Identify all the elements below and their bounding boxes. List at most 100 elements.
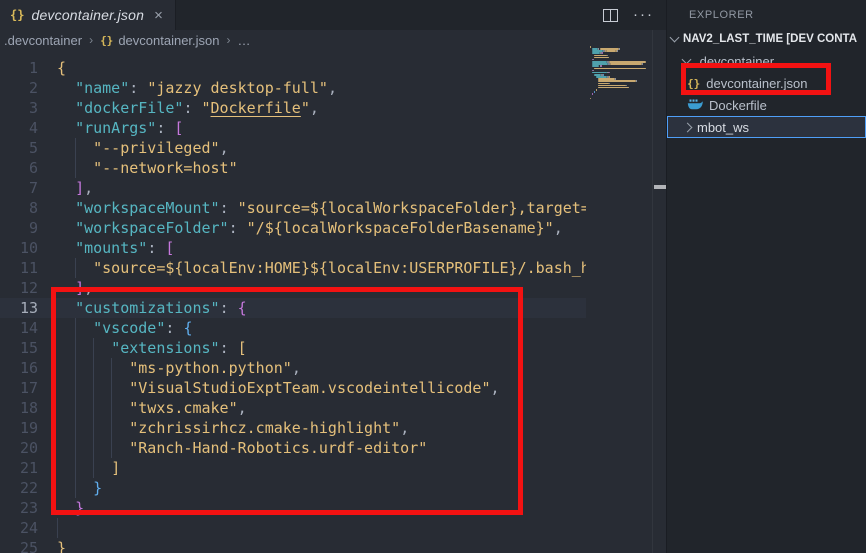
chevron-right-icon: › — [227, 33, 231, 47]
docker-whale-icon — [687, 99, 703, 111]
code-line-1[interactable]: 1{ — [0, 58, 586, 78]
line-number: 1 — [0, 58, 38, 78]
minimap-line — [598, 87, 629, 89]
code-line-11[interactable]: 11 "source=${localEnv:HOME}${localEnv:US… — [0, 258, 586, 278]
more-actions-icon[interactable]: ··· — [633, 10, 654, 20]
minimap-line — [609, 83, 610, 85]
code-line-6[interactable]: 6 "--network=host" — [0, 158, 586, 178]
code-line-23[interactable]: 23 } — [0, 498, 586, 518]
tree-item-dockerfile[interactable]: Dockerfile — [667, 94, 866, 116]
breadcrumb-symbol-ellipsis[interactable]: … — [238, 33, 251, 48]
minimap-line — [602, 52, 603, 54]
code-line-24[interactable]: 24 — [0, 518, 586, 538]
tree-item-mbot-ws[interactable]: mbot_ws — [667, 116, 866, 138]
line-number: 23 — [0, 498, 38, 518]
code-editor[interactable]: 1{2 "name": "jazzy desktop-full",3 "dock… — [0, 50, 586, 553]
minimap-line — [598, 80, 636, 82]
chevron-down-icon — [670, 32, 680, 42]
minimap-line — [592, 65, 600, 67]
minimap-line — [606, 50, 616, 52]
vscode-window: {} devcontainer.json × ··· .devcontainer… — [0, 0, 866, 553]
minimap-line — [590, 98, 591, 100]
tree-item-devcontainer-folder[interactable]: .devcontainer — [667, 50, 866, 72]
chevron-right-icon: › — [89, 33, 93, 47]
code-lines: 1{2 "name": "jazzy desktop-full",3 "dock… — [0, 50, 586, 553]
minimap-line — [609, 72, 610, 74]
split-editor-icon[interactable] — [603, 9, 618, 22]
line-number: 18 — [0, 398, 38, 418]
minimap-line — [642, 63, 643, 65]
close-icon[interactable]: × — [154, 8, 163, 23]
tree-item-devcontainer-json[interactable]: {} devcontainer.json — [667, 72, 866, 94]
json-braces-icon: {} — [100, 34, 113, 47]
code-line-22[interactable]: 22 } — [0, 478, 586, 498]
minimap-line — [601, 65, 602, 67]
explorer-section-header[interactable]: NAV2_LAST_TIME [DEV CONTA — [667, 28, 866, 50]
minimap-line — [594, 68, 646, 70]
chevron-down-icon — [682, 54, 692, 64]
minimap-line — [598, 83, 609, 85]
code-line-4[interactable]: 4 "runArgs": [ — [0, 118, 586, 138]
minimap-line — [607, 55, 608, 57]
line-number: 24 — [0, 518, 38, 538]
code-line-14[interactable]: 14 "vscode": { — [0, 318, 586, 338]
tab-label: devcontainer.json — [31, 7, 144, 23]
code-line-13[interactable]: 13 "customizations": { — [0, 298, 586, 318]
line-number: 3 — [0, 98, 38, 118]
tab-bar: {} devcontainer.json × ··· — [0, 0, 666, 30]
line-number: 5 — [0, 138, 38, 158]
code-line-8[interactable]: 8 "workspaceMount": "source=${localWorks… — [0, 198, 586, 218]
json-braces-icon: {} — [687, 77, 700, 90]
code-line-17[interactable]: 17 "VisualStudioExptTeam.vscodeintellico… — [0, 378, 586, 398]
line-number: 2 — [0, 78, 38, 98]
breadcrumb-folder[interactable]: .devcontainer — [4, 33, 82, 48]
line-number: 12 — [0, 278, 38, 298]
code-line-20[interactable]: 20 "Ranch-Hand-Robotics.urdf-editor" — [0, 438, 586, 458]
code-line-19[interactable]: 19 "zchrissirhcz.cmake-highlight", — [0, 418, 586, 438]
minimap[interactable] — [590, 40, 652, 540]
code-line-7[interactable]: 7 ], — [0, 178, 586, 198]
minimap-line — [593, 70, 594, 72]
indent-guide — [75, 138, 76, 178]
code-line-9[interactable]: 9 "workspaceFolder": "/${localWorkspaceF… — [0, 218, 586, 238]
code-line-2[interactable]: 2 "name": "jazzy desktop-full", — [0, 78, 586, 98]
line-number: 14 — [0, 318, 38, 338]
code-line-3[interactable]: 3 "dockerFile": "Dockerfile", — [0, 98, 586, 118]
minimap-line — [596, 89, 597, 91]
code-line-15[interactable]: 15 "extensions": [ — [0, 338, 586, 358]
minimap-line — [594, 91, 595, 93]
minimap-line — [610, 63, 642, 65]
minimap-line — [594, 55, 607, 57]
line-number: 9 — [0, 218, 38, 238]
code-line-21[interactable]: 21 ] — [0, 458, 586, 478]
breadcrumb: .devcontainer › {} devcontainer.json › … — [0, 30, 670, 50]
minimap-line — [617, 50, 618, 52]
indent-guide — [75, 258, 76, 278]
indent-guide — [75, 318, 76, 498]
line-number: 4 — [0, 118, 38, 138]
overview-ruler[interactable] — [652, 30, 667, 553]
minimap-line — [594, 57, 609, 59]
tab-devcontainer-json[interactable]: {} devcontainer.json × — [0, 0, 176, 30]
code-line-10[interactable]: 10 "mounts": [ — [0, 238, 586, 258]
code-line-16[interactable]: 16 "ms-python.python", — [0, 358, 586, 378]
code-line-12[interactable]: 12 ], — [0, 278, 586, 298]
breadcrumb-file[interactable]: {} devcontainer.json — [100, 33, 219, 48]
editor-actions: ··· — [603, 0, 654, 30]
line-number: 13 — [0, 298, 38, 318]
line-number: 6 — [0, 158, 38, 178]
line-number: 17 — [0, 378, 38, 398]
line-number: 21 — [0, 458, 38, 478]
minimap-line — [592, 52, 601, 54]
code-line-25[interactable]: 25} — [0, 538, 586, 553]
line-number: 22 — [0, 478, 38, 498]
minimap-line — [592, 93, 593, 95]
line-number: 20 — [0, 438, 38, 458]
code-line-18[interactable]: 18 "twxs.cmake", — [0, 398, 586, 418]
code-line-5[interactable]: 5 "--privileged", — [0, 138, 586, 158]
indent-guide — [111, 358, 112, 458]
line-number: 15 — [0, 338, 38, 358]
line-number: 10 — [0, 238, 38, 258]
indent-guide — [93, 338, 94, 478]
line-number: 16 — [0, 358, 38, 378]
